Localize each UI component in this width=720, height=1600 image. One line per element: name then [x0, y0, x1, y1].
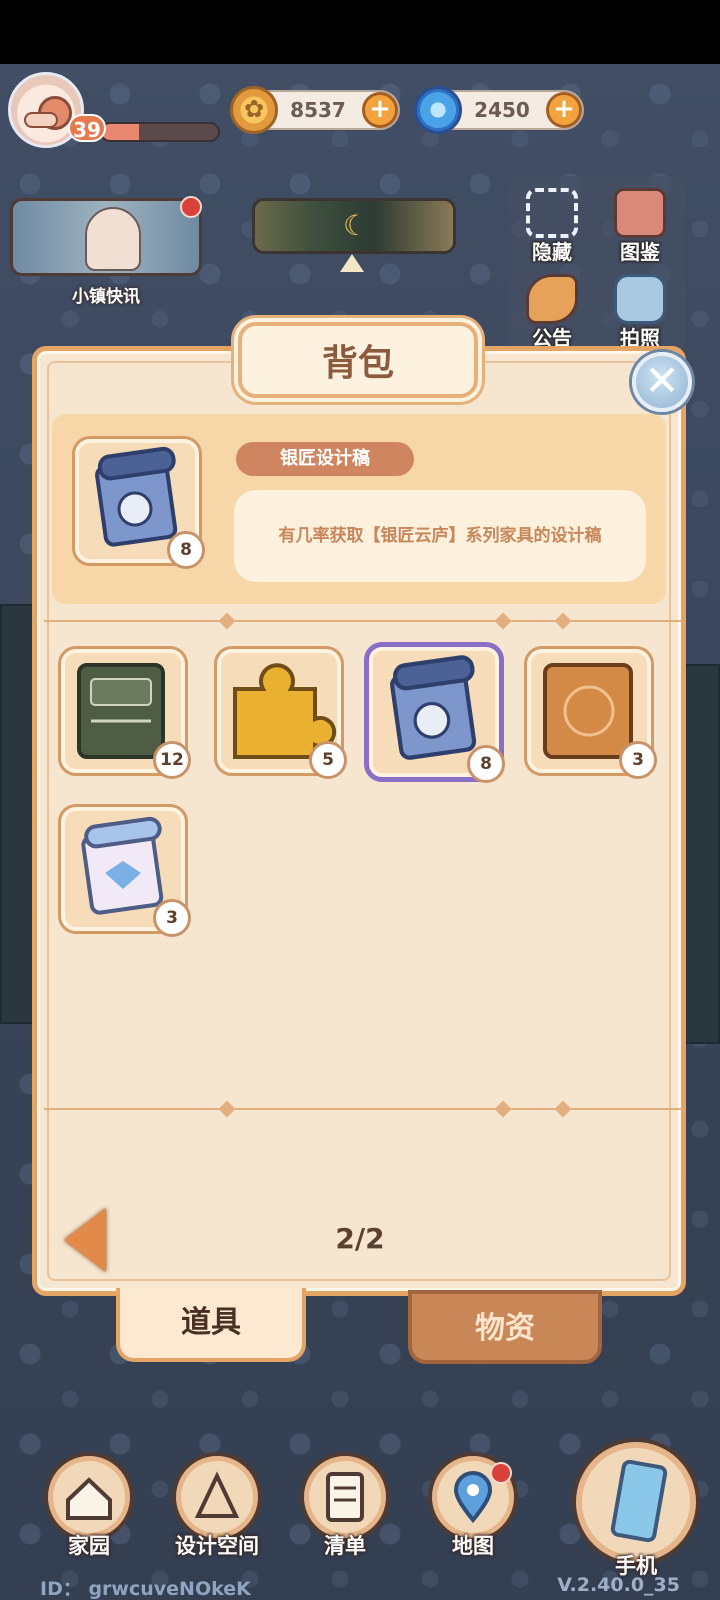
gold-value: 8537: [290, 98, 346, 122]
xp-progress-fill: [102, 124, 140, 140]
snail-avatar-icon: [24, 92, 72, 130]
status-bar: [0, 0, 720, 64]
moon-icon: ☾: [343, 209, 369, 242]
tab-materials[interactable]: 物资: [408, 1290, 602, 1364]
announcement-icon: [526, 274, 578, 324]
item-count: 5: [309, 741, 347, 779]
hide-label: 隐藏: [532, 240, 572, 264]
design-space-button[interactable]: [172, 1452, 262, 1542]
previous-page-button[interactable]: [64, 1208, 106, 1272]
page-indicator: 2/2: [335, 1222, 385, 1255]
item-slot[interactable]: 3: [524, 646, 657, 779]
item-count: 8: [467, 745, 505, 783]
home-label: 家园: [68, 1534, 110, 1558]
home-icon: [66, 1477, 112, 1520]
tab-items[interactable]: 道具: [116, 1288, 306, 1362]
selected-item-count: 8: [167, 531, 205, 569]
blue-swirl-icon: [414, 86, 462, 134]
design-tools-icon: [194, 1471, 240, 1518]
item-slot[interactable]: 3: [58, 804, 191, 937]
phone-icon: [609, 1458, 669, 1544]
selected-item-name: 银匠设计稿: [236, 442, 414, 476]
news-notification-dot: [180, 196, 202, 218]
add-gold-button[interactable]: +: [362, 92, 398, 128]
time-pointer-icon: [340, 254, 364, 272]
camera-button[interactable]: 拍照: [600, 270, 680, 354]
home-button[interactable]: [44, 1452, 134, 1542]
xp-progress-bar: [100, 122, 220, 142]
town-news-card[interactable]: [10, 198, 202, 276]
album-button[interactable]: 图鉴: [600, 184, 680, 268]
gem-value: 2450: [474, 98, 530, 122]
checklist-button[interactable]: [300, 1452, 390, 1542]
item-slot[interactable]: 5: [214, 646, 347, 779]
item-count: 3: [619, 741, 657, 779]
phone-button[interactable]: [572, 1438, 700, 1566]
album-icon: [614, 188, 666, 238]
map-label: 地图: [452, 1534, 494, 1558]
gold-coin-icon: [230, 86, 278, 134]
divider-top: [44, 620, 682, 622]
item-count: 3: [153, 899, 191, 937]
camera-icon: [614, 274, 666, 324]
backpack-title: 背包: [238, 322, 478, 398]
selected-item-description: 有几率获取【银匠云庐】系列家具的设计稿: [234, 490, 646, 582]
map-notification-dot: [490, 1462, 512, 1484]
hide-button[interactable]: 隐藏: [512, 184, 592, 268]
design-space-label: 设计空间: [175, 1534, 259, 1558]
news-character-portrait: [85, 207, 141, 271]
game-version: V.2.40.0_35: [557, 1574, 680, 1596]
item-count: 12: [153, 741, 191, 779]
item-slot[interactable]: 12: [58, 646, 191, 779]
item-slot-selected[interactable]: 8: [364, 642, 505, 783]
town-news-label: 小镇快讯: [72, 287, 140, 307]
add-gems-button[interactable]: +: [546, 92, 582, 128]
player-id: ID： grwcuveNOkeK: [40, 1578, 251, 1600]
checklist-label: 清单: [324, 1534, 366, 1558]
divider-bottom: [44, 1108, 682, 1110]
side-button-panel: 隐藏 图鉴 公告 拍照: [508, 176, 686, 354]
announcement-button[interactable]: 公告: [512, 270, 592, 354]
day-night-indicator[interactable]: ☾: [252, 198, 456, 254]
close-button[interactable]: ✕: [632, 352, 692, 412]
hide-frame-icon: [526, 188, 578, 238]
album-label: 图鉴: [620, 240, 660, 264]
checklist-icon: [326, 1472, 364, 1522]
level-badge: 39: [68, 114, 106, 142]
selected-item-preview: 8: [72, 436, 205, 569]
